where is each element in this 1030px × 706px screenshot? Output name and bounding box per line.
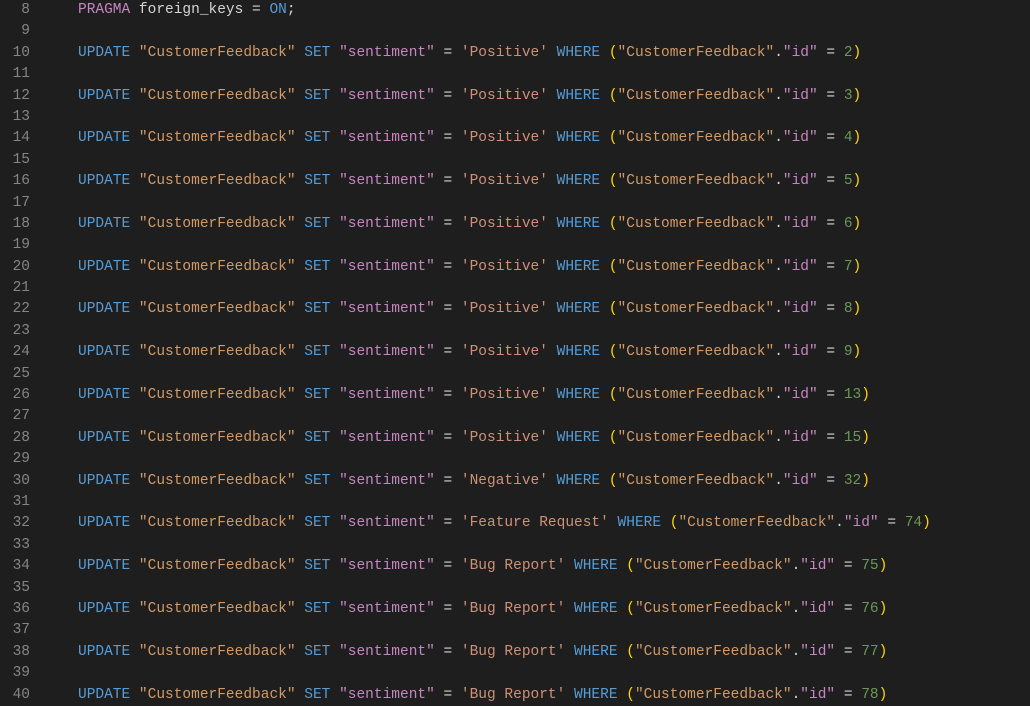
code-content[interactable]: PRAGMA foreign_keys = ON; UPDATE "Custom… — [48, 0, 1030, 705]
code-line[interactable] — [78, 535, 1030, 556]
line-number: 35 — [0, 578, 30, 599]
code-line[interactable] — [78, 449, 1030, 470]
line-number: 22 — [0, 299, 30, 320]
line-number: 32 — [0, 513, 30, 534]
line-number: 33 — [0, 535, 30, 556]
line-number: 30 — [0, 471, 30, 492]
code-line[interactable]: UPDATE "CustomerFeedback" SET "sentiment… — [78, 428, 1030, 449]
code-line[interactable]: UPDATE "CustomerFeedback" SET "sentiment… — [78, 43, 1030, 64]
line-number: 37 — [0, 620, 30, 641]
line-number: 34 — [0, 556, 30, 577]
line-number: 28 — [0, 428, 30, 449]
line-number: 25 — [0, 364, 30, 385]
code-line[interactable]: UPDATE "CustomerFeedback" SET "sentiment… — [78, 86, 1030, 107]
line-number: 27 — [0, 406, 30, 427]
line-number: 23 — [0, 321, 30, 342]
code-line[interactable] — [78, 193, 1030, 214]
line-number: 10 — [0, 43, 30, 64]
code-line[interactable]: UPDATE "CustomerFeedback" SET "sentiment… — [78, 171, 1030, 192]
code-line[interactable]: PRAGMA foreign_keys = ON; — [78, 0, 1030, 21]
code-line[interactable] — [78, 364, 1030, 385]
code-line[interactable] — [78, 150, 1030, 171]
line-number: 26 — [0, 385, 30, 406]
code-line[interactable] — [78, 64, 1030, 85]
code-line[interactable] — [78, 278, 1030, 299]
code-line[interactable]: UPDATE "CustomerFeedback" SET "sentiment… — [78, 299, 1030, 320]
line-number: 36 — [0, 599, 30, 620]
line-number: 14 — [0, 128, 30, 149]
code-line[interactable] — [78, 406, 1030, 427]
line-number: 20 — [0, 257, 30, 278]
code-line[interactable] — [78, 107, 1030, 128]
code-line[interactable]: UPDATE "CustomerFeedback" SET "sentiment… — [78, 342, 1030, 363]
code-line[interactable]: UPDATE "CustomerFeedback" SET "sentiment… — [78, 385, 1030, 406]
code-editor[interactable]: 8910111213141516171819202122232425262728… — [0, 0, 1030, 705]
line-number: 29 — [0, 449, 30, 470]
line-number: 38 — [0, 642, 30, 663]
code-line[interactable]: UPDATE "CustomerFeedback" SET "sentiment… — [78, 685, 1030, 706]
code-line[interactable] — [78, 620, 1030, 641]
code-line[interactable] — [78, 235, 1030, 256]
code-line[interactable] — [78, 492, 1030, 513]
line-number: 9 — [0, 21, 30, 42]
code-line[interactable] — [78, 663, 1030, 684]
code-line[interactable]: UPDATE "CustomerFeedback" SET "sentiment… — [78, 471, 1030, 492]
code-line[interactable]: UPDATE "CustomerFeedback" SET "sentiment… — [78, 513, 1030, 534]
line-number: 31 — [0, 492, 30, 513]
code-line[interactable] — [78, 578, 1030, 599]
code-line[interactable]: UPDATE "CustomerFeedback" SET "sentiment… — [78, 642, 1030, 663]
code-line[interactable] — [78, 21, 1030, 42]
line-number: 18 — [0, 214, 30, 235]
line-number-gutter: 8910111213141516171819202122232425262728… — [0, 0, 48, 705]
line-number: 16 — [0, 171, 30, 192]
line-number: 15 — [0, 150, 30, 171]
code-line[interactable]: UPDATE "CustomerFeedback" SET "sentiment… — [78, 556, 1030, 577]
line-number: 19 — [0, 235, 30, 256]
line-number: 24 — [0, 342, 30, 363]
code-line[interactable]: UPDATE "CustomerFeedback" SET "sentiment… — [78, 214, 1030, 235]
line-number: 12 — [0, 86, 30, 107]
line-number: 40 — [0, 685, 30, 706]
line-number: 8 — [0, 0, 30, 21]
code-line[interactable]: UPDATE "CustomerFeedback" SET "sentiment… — [78, 128, 1030, 149]
code-line[interactable]: UPDATE "CustomerFeedback" SET "sentiment… — [78, 257, 1030, 278]
line-number: 13 — [0, 107, 30, 128]
line-number: 21 — [0, 278, 30, 299]
code-line[interactable] — [78, 321, 1030, 342]
line-number: 39 — [0, 663, 30, 684]
code-line[interactable]: UPDATE "CustomerFeedback" SET "sentiment… — [78, 599, 1030, 620]
line-number: 11 — [0, 64, 30, 85]
line-number: 17 — [0, 193, 30, 214]
